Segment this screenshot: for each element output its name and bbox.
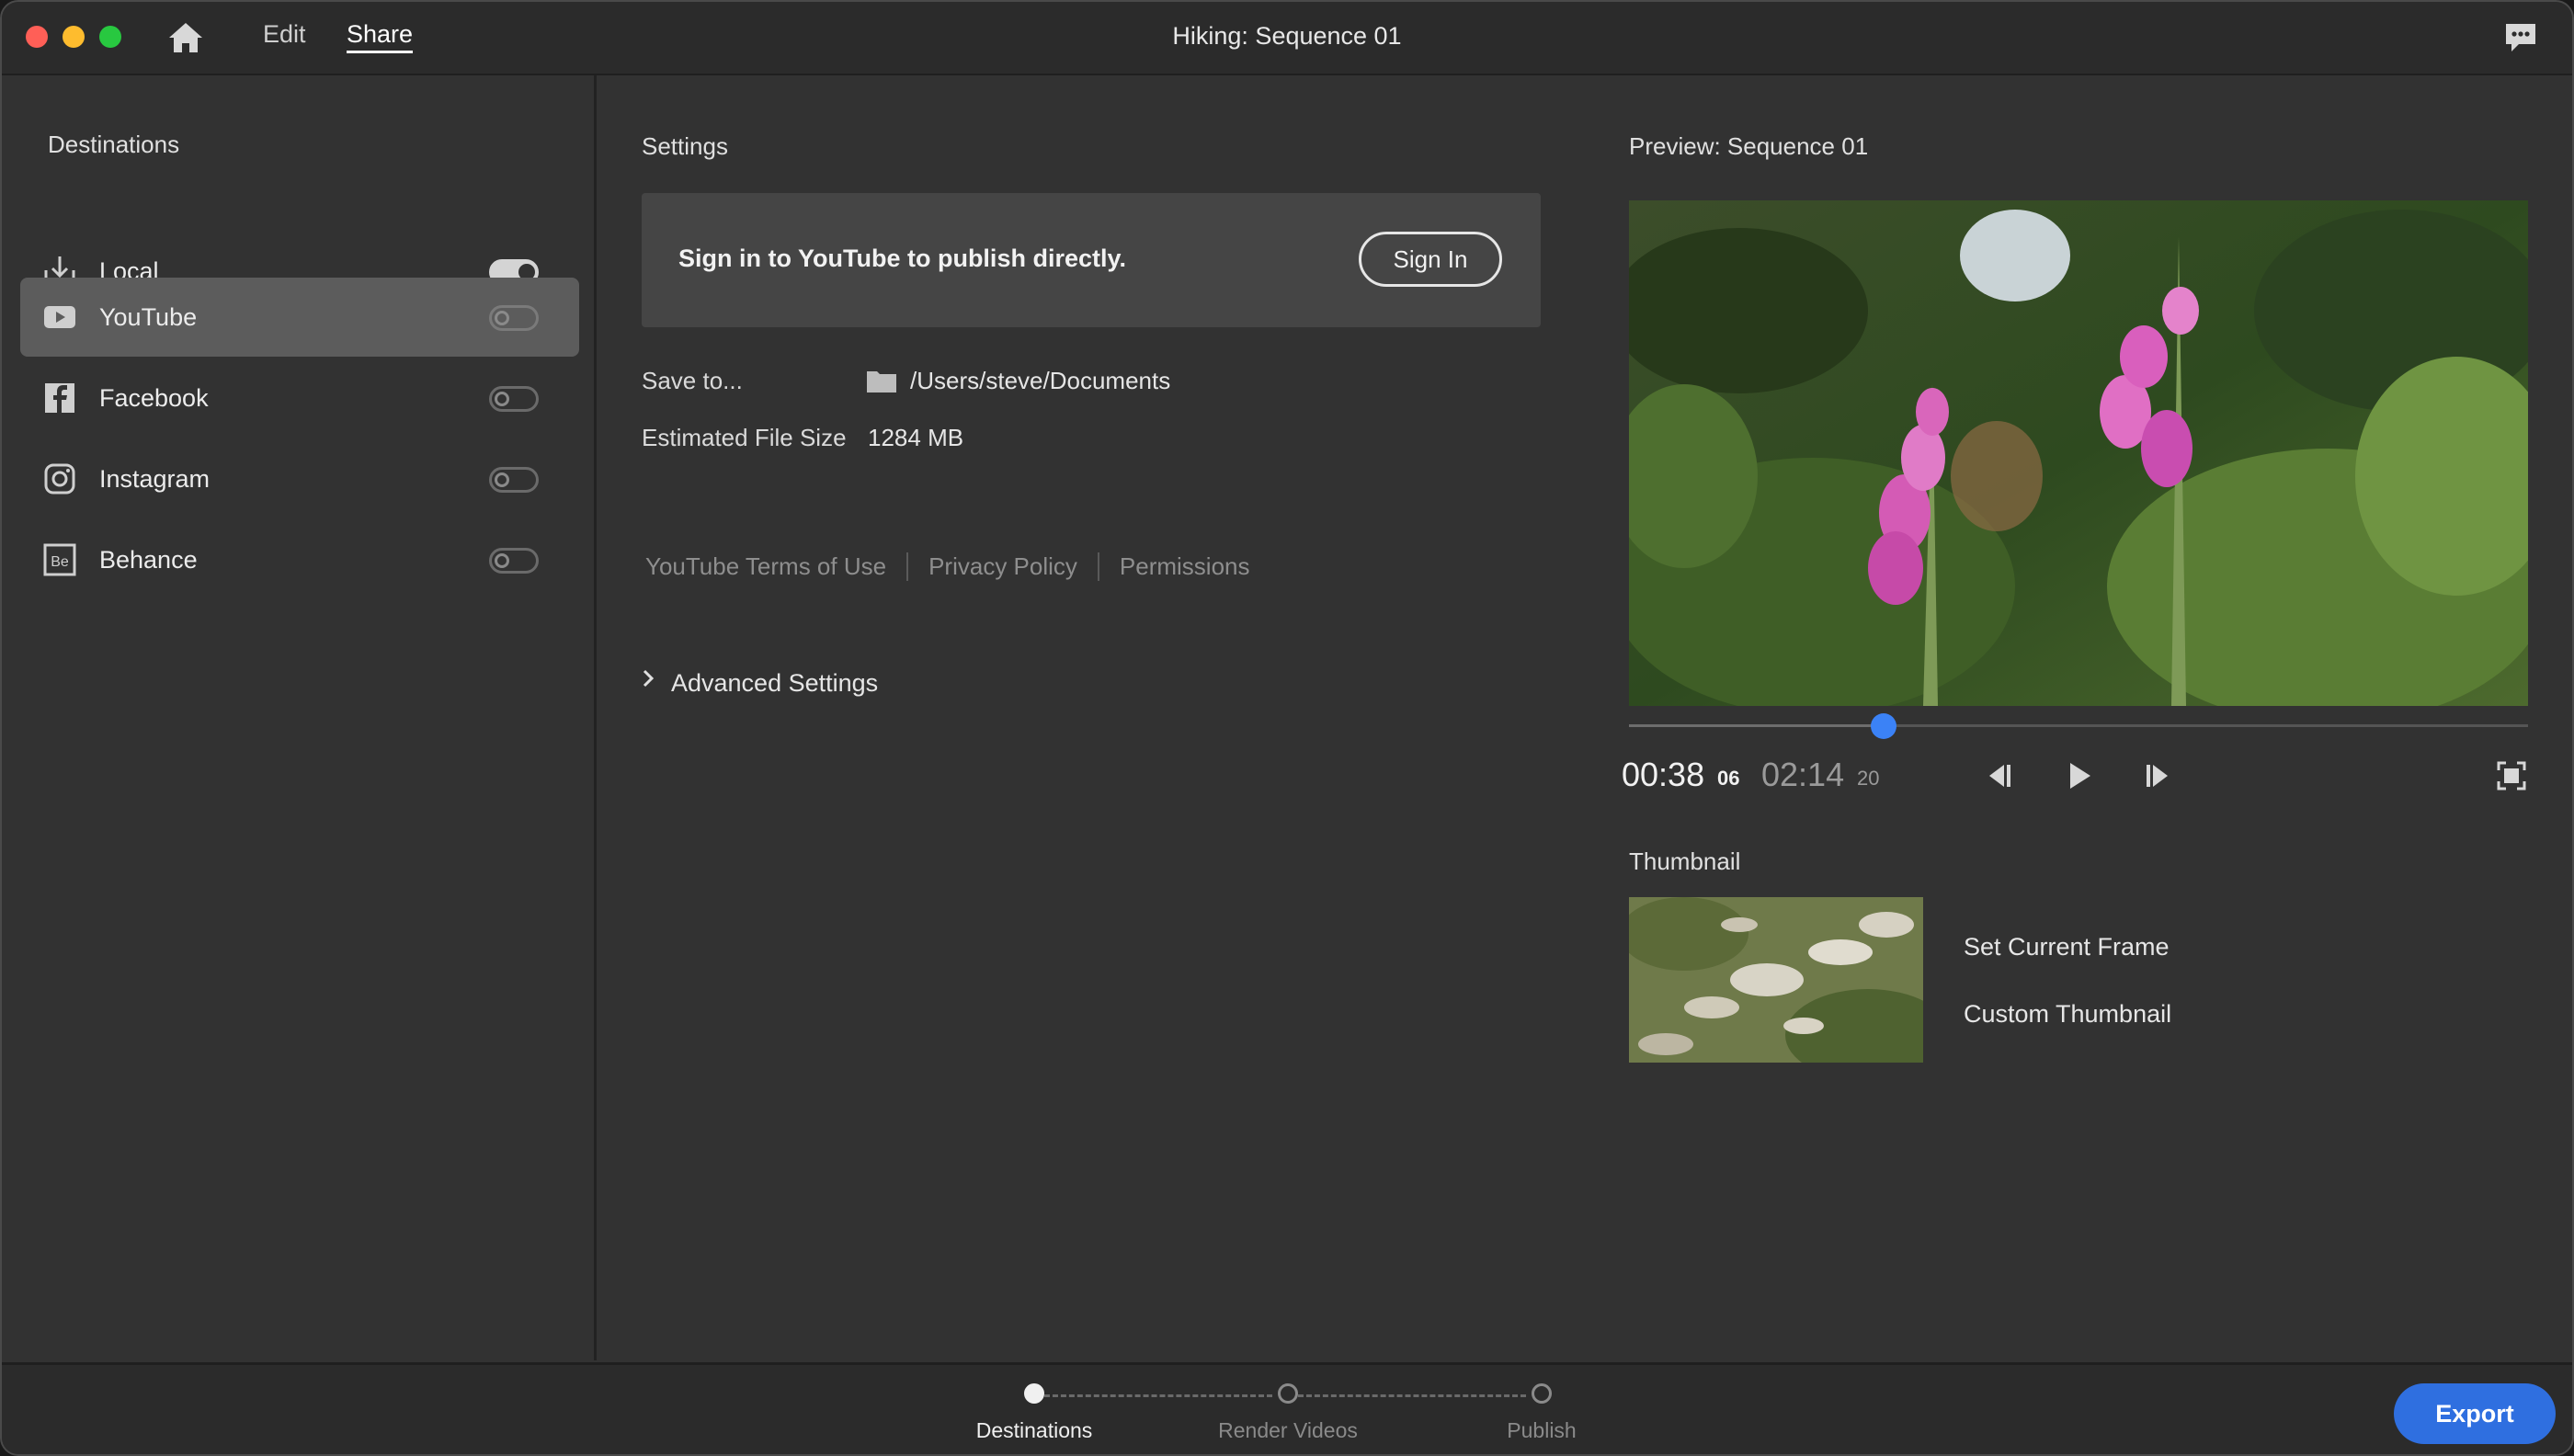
step-destinations-label: Destinations [975,1418,1093,1442]
current-frames: 06 [1717,767,1740,790]
thumbnail-title: Thumbnail [1629,847,1741,875]
save-to-label[interactable]: Save to... [642,367,743,395]
step-connector [1044,1394,1272,1397]
step-destinations-dot [1024,1383,1044,1404]
export-button[interactable]: Export [2394,1383,2556,1444]
privacy-policy-link[interactable]: Privacy Policy [906,552,1098,581]
step-publish-dot [1532,1383,1552,1404]
file-size-label: Estimated File Size [642,424,847,451]
instagram-toggle[interactable] [489,467,539,493]
step-publish-label: Publish [1507,1418,1577,1442]
svg-text:Be: Be [51,554,69,570]
custom-thumbnail-button[interactable]: Custom Thumbnail [1964,1000,2171,1029]
instagram-icon [44,463,75,495]
sidebar-title: Destinations [48,131,180,158]
sidebar-item-youtube[interactable]: YouTube [20,278,579,357]
sidebar-item-label: Behance [99,546,198,574]
step-connector [1298,1394,1526,1397]
youtube-icon [44,306,75,328]
facebook-icon [45,383,74,413]
sidebar-item-label: Instagram [99,465,211,493]
sidebar-item-behance[interactable]: Be Behance [20,520,579,599]
app-window: Edit Share Hiking: Sequence 01 Destinati… [0,0,2574,1456]
total-timecode: 02:14 [1761,756,1845,793]
window-title: Hiking: Sequence 01 [1172,22,1402,50]
thumbnail-image [1629,897,1923,1063]
current-timecode: 00:38 [1622,756,1705,793]
preview-video [1629,200,2528,706]
step-forward-icon[interactable] [2138,756,2179,796]
behance-icon: Be [43,543,76,576]
step-back-icon[interactable] [1978,756,2019,796]
sidebar-item-facebook[interactable]: Facebook [20,358,579,438]
youtube-terms-link[interactable]: YouTube Terms of Use [642,552,906,581]
footer-bar: Destinations Render Videos Publish Expor… [2,1362,2572,1454]
youtube-toggle[interactable] [489,305,539,331]
folder-icon[interactable] [866,368,897,393]
sidebar-item-label: Facebook [99,384,209,412]
preview-title: Preview: Sequence 01 [1629,132,1869,160]
file-size-value: 1284 MB [868,424,964,451]
sign-in-button[interactable]: Sign In [1359,232,1502,287]
signin-banner: Sign in to YouTube to publish directly. … [642,193,1541,327]
facebook-toggle[interactable] [489,386,539,412]
destinations-sidebar: Destinations Local YouTube Facebook Inst… [2,75,597,1360]
permissions-link[interactable]: Permissions [1097,552,1270,581]
step-render-videos-label: Render Videos [1218,1418,1358,1442]
set-current-frame-button[interactable]: Set Current Frame [1964,933,2170,961]
fullscreen-icon[interactable] [2491,756,2532,796]
playhead-handle[interactable] [1870,713,1896,739]
step-render-videos-dot [1278,1383,1298,1404]
play-icon[interactable] [2059,756,2100,796]
signin-message: Sign in to YouTube to publish directly. [678,245,1126,272]
behance-toggle[interactable] [489,548,539,574]
advanced-settings-label: Advanced Settings [671,669,879,697]
feedback-icon[interactable] [2502,20,2539,55]
sidebar-item-instagram[interactable]: Instagram [20,439,579,518]
title-bar: Edit Share Hiking: Sequence 01 [2,2,2572,75]
sidebar-item-label: YouTube [99,303,198,331]
chevron-right-icon [643,669,655,688]
save-to-path[interactable]: /Users/steve/Documents [910,367,1170,395]
total-frames: 20 [1857,767,1880,790]
legal-links: YouTube Terms of Use Privacy Policy Perm… [642,548,1270,585]
scrubber-progress [1629,724,1884,727]
settings-title: Settings [642,132,728,160]
